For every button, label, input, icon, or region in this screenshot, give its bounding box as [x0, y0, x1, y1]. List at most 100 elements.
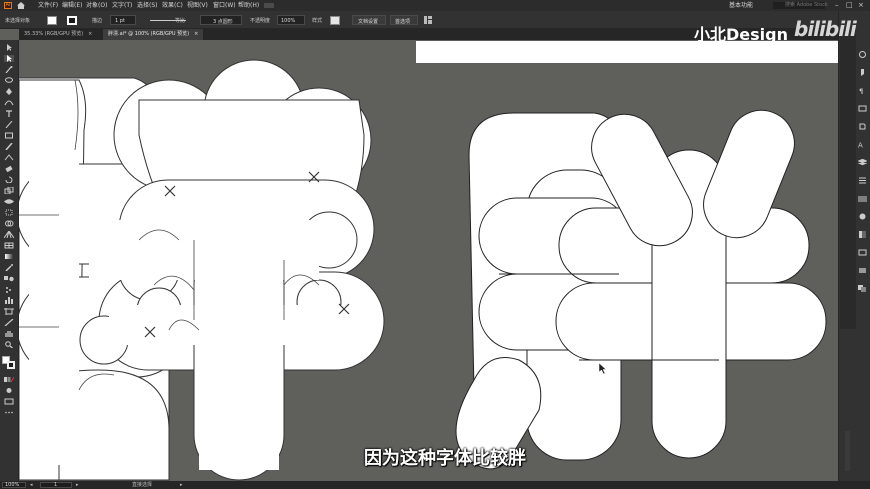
stock-search-placeholder: 搜索 Adobe Stock [785, 2, 828, 8]
menu-window[interactable]: 窗口(W) [213, 0, 236, 11]
illustrator-logo-icon: Ai [4, 2, 12, 9]
menu-view[interactable]: 视图(V) [187, 0, 208, 11]
status-menu-arrow[interactable]: ▸ [180, 481, 183, 489]
perspective-grid-tool-icon[interactable] [4, 231, 14, 238]
menu-file[interactable]: 文件(F) [38, 0, 58, 11]
artboard-number-field[interactable]: 1 [40, 482, 72, 488]
channel-watermark: 小北Design [694, 25, 788, 44]
gradient-tool-icon[interactable] [4, 253, 14, 260]
lasso-tool-icon[interactable] [4, 77, 14, 84]
workspace-switcher[interactable]: 基本功能 [729, 0, 753, 11]
screen-mode-icon[interactable] [4, 398, 14, 405]
illustrator-window: Ai 文件(F) 编辑(E) 对象(O) 文字(T) 选择(S) 效果(C) 视… [0, 0, 870, 489]
graphic-style-swatch[interactable] [330, 16, 340, 25]
appearance-panel-icon[interactable] [858, 187, 867, 202]
artboard-number-value: 1 [54, 482, 58, 488]
menu-edit[interactable]: 编辑(E) [62, 0, 82, 11]
menu-effect[interactable]: 效果(C) [162, 0, 183, 11]
tools-panel [0, 40, 19, 481]
symbol-sprayer-tool-icon[interactable] [4, 286, 14, 293]
tab-document-1[interactable]: 35.33% (RGB/GPU 预览) × [19, 29, 97, 40]
menu-select[interactable]: 选择(S) [137, 0, 158, 11]
layers-panel-icon[interactable] [857, 151, 868, 166]
stroke-weight-value: 1 pt [115, 18, 125, 24]
document-canvas[interactable] [19, 40, 838, 481]
drawing-mode-icon[interactable] [4, 387, 14, 394]
rotate-tool-icon[interactable] [4, 176, 14, 183]
mesh-tool-icon[interactable] [4, 242, 14, 249]
style-label: 样式 [312, 18, 323, 24]
line-tool-icon[interactable] [4, 121, 14, 128]
column-graph-tool-icon[interactable] [4, 297, 14, 304]
maximize-button[interactable]: □ [846, 0, 853, 11]
paragraph-panel-icon[interactable]: ¶ [858, 79, 867, 96]
curvature-tool-icon[interactable] [4, 99, 14, 106]
edit-toolbar-icon[interactable] [4, 409, 14, 416]
zoom-tool-icon[interactable] [4, 341, 14, 348]
opacity-label[interactable]: 不透明度 [250, 17, 270, 24]
character-panel-icon[interactable]: A [858, 133, 867, 150]
status-bar: 100% ◂ 1 ▸ 直接选择 ▸ [0, 481, 870, 489]
slice-tool-icon[interactable] [4, 319, 14, 326]
tab-close-icon[interactable]: × [88, 31, 92, 37]
right-panel-dock: ¶ A [838, 11, 870, 481]
libraries-panel-icon[interactable] [858, 61, 867, 76]
eyedropper-tool-icon[interactable] [4, 264, 14, 271]
zoom-level-field[interactable]: 100% [2, 482, 26, 488]
arrange-documents-icon[interactable] [424, 16, 432, 24]
direct-selection-tool-icon[interactable] [4, 55, 14, 62]
stroke-swatch[interactable] [67, 16, 77, 25]
pen-tool-icon[interactable] [4, 88, 14, 95]
shaper-tool-icon[interactable] [4, 154, 14, 161]
magic-wand-tool-icon[interactable] [4, 66, 14, 73]
preferences-button[interactable]: 首选项 [390, 15, 418, 25]
paintbrush-tool-icon[interactable] [4, 143, 14, 150]
hand-tool-icon[interactable] [4, 330, 14, 337]
swatches-panel-icon[interactable] [858, 205, 867, 220]
stroke-weight-field[interactable]: 1 pt [110, 15, 136, 25]
eraser-tool-icon[interactable] [4, 165, 14, 172]
home-icon[interactable] [17, 2, 25, 9]
video-subtitle: 因为这种字体比较胖 [0, 444, 870, 470]
tab-document-2-label: 胖漂.ai* @ 100% (RGB/GPU 预览) [108, 31, 190, 37]
width-tool-icon[interactable] [4, 198, 14, 205]
tab-close-icon[interactable]: × [194, 31, 198, 37]
artboard-next-button[interactable]: ▸ [76, 481, 79, 489]
type-tool-icon[interactable] [4, 110, 14, 117]
menu-help[interactable]: 帮助(H) [238, 0, 259, 11]
menu-type[interactable]: 文字(T) [112, 0, 132, 11]
gradient-panel-icon[interactable] [858, 259, 867, 273]
pathfinder-panel-icon[interactable] [858, 277, 867, 292]
color-mode-icon[interactable] [4, 376, 14, 383]
glyphs-panel-icon[interactable] [858, 97, 867, 112]
align-panel-icon[interactable] [858, 169, 867, 184]
transparency-panel-icon[interactable] [858, 223, 867, 238]
fill-swatch[interactable] [47, 16, 57, 25]
close-button[interactable]: × [858, 0, 864, 11]
brush-definition-field[interactable]: 3 点圆形 [200, 15, 242, 25]
document-setup-button[interactable]: 文档设置 [352, 15, 386, 25]
properties-panel-icon[interactable] [858, 43, 867, 58]
stock-search-input[interactable]: 搜索 Adobe Stock [773, 2, 828, 9]
selection-tool-icon[interactable] [4, 44, 14, 51]
export-panel-icon[interactable] [858, 115, 867, 130]
selection-status-label: 未选择对象 [5, 18, 31, 24]
free-transform-tool-icon[interactable] [4, 209, 14, 216]
blend-tool-icon[interactable] [4, 275, 14, 282]
zoom-level-value: 100% [5, 482, 20, 488]
stroke-color-swatch[interactable] [7, 361, 15, 369]
opacity-field[interactable]: 100% [277, 15, 305, 25]
shape-builder-tool-icon[interactable] [4, 220, 14, 227]
minimize-button[interactable]: – [835, 0, 839, 11]
menu-object[interactable]: 对象(O) [86, 0, 107, 11]
tab-document-2[interactable]: 胖漂.ai* @ 100% (RGB/GPU 预览) × [103, 29, 204, 40]
layout-switcher-icon[interactable] [264, 3, 274, 8]
stroke-panel-icon[interactable] [858, 241, 867, 256]
artboard-prev-button[interactable]: ◂ [30, 481, 33, 489]
stroke-label[interactable]: 描边 [92, 17, 102, 24]
artboard-tool-icon[interactable] [4, 308, 14, 315]
rectangle-tool-icon[interactable] [4, 132, 14, 139]
scale-tool-icon[interactable] [4, 187, 14, 194]
variable-width-profile[interactable]: 等比 [175, 17, 185, 24]
brush-value: 3 点圆形 [213, 19, 233, 25]
